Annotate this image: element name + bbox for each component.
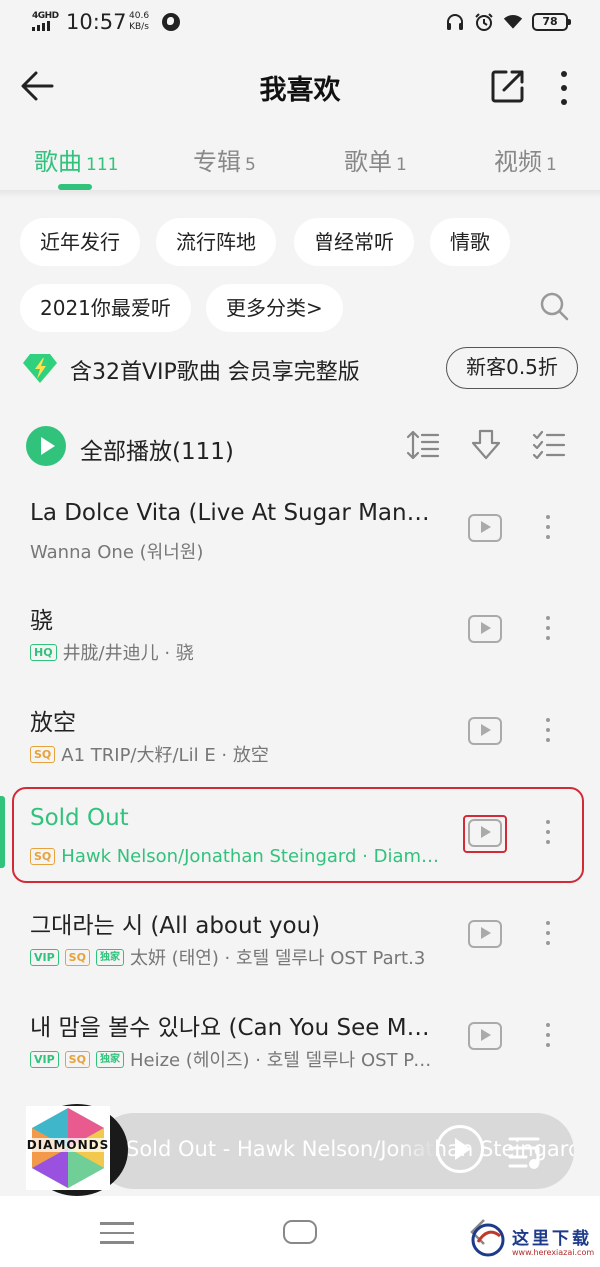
song-subtitle: HQ 井胧/井迪儿 · 骁 [30,640,440,664]
song-row[interactable]: 그대라는 시 (All about you) VIP SQ 独家 太妍 (태연)… [0,890,600,990]
song-more-icon[interactable] [540,918,556,952]
filter-chip-love[interactable]: 情歌 [430,218,510,266]
tab-videos[interactable]: 视频 1 [494,142,557,177]
playlist-icon[interactable] [508,1134,548,1170]
search-icon[interactable] [538,290,570,322]
network-type: 4GHD [32,11,59,21]
highlight-annotation-mv [463,815,507,853]
tab-label: 视频 [494,148,542,176]
song-subtitle: VIP SQ 独家 Heize (헤이즈) · 호텔 델루나 OST Part.… [30,1047,440,1071]
song-more-icon[interactable] [540,1020,556,1054]
mv-play-button[interactable] [468,514,502,542]
filter-chip-2021[interactable]: 2021你最爱听 [20,284,191,332]
network-speed: 40.6 KB/s [129,11,149,33]
now-playing-text: Sold Out - Hawk Nelson/Jonathan Steingar… [126,1137,574,1161]
watermark-text: 这里下载 [512,1229,592,1249]
alarm-icon [475,13,493,31]
tab-label: 歌曲 [34,148,82,176]
song-title: 내 맘을 볼수 있나요 (Can You See My Heart) [30,1015,440,1041]
sort-icon[interactable] [406,428,440,462]
more-vertical-icon[interactable] [550,68,578,108]
tab-label: 歌单 [344,148,392,176]
song-more-icon[interactable] [540,613,556,647]
mv-play-button[interactable] [468,717,502,745]
mv-play-button[interactable] [468,920,502,948]
song-subtitle: SQ A1 TRIP/大籽/Lil E · 放空 [30,742,440,766]
watermark-logo-icon [471,1223,505,1257]
filter-chip-often[interactable]: 曾经常听 [294,218,414,266]
divider [0,190,600,198]
headphones-icon [447,14,463,30]
song-title: La Dolce Vita (Live At Sugar Mansion) [30,500,440,526]
tab-songs[interactable]: 歌曲 111 [34,142,118,177]
battery-indicator: 78 [532,13,571,31]
status-bar: 4GHD 10:57 40.6 KB/s 78 [0,0,600,48]
song-artist: A1 TRIP/大籽/Lil E · 放空 [61,745,269,766]
wifi-icon [503,15,523,29]
song-row[interactable]: 放空 SQ A1 TRIP/大籽/Lil E · 放空 [0,687,600,787]
play-all-label[interactable]: 全部播放(111) [80,432,234,466]
play-pause-button[interactable] [436,1125,484,1173]
tab-count: 1 [546,155,557,175]
song-title: 그대라는 시 (All about you) [30,913,321,939]
sq-badge: SQ [64,948,90,966]
vip-diamond-icon [23,354,57,383]
sq-badge: SQ [64,1050,90,1068]
tab-count: 5 [245,155,256,175]
song-more-icon[interactable] [540,715,556,749]
speed-unit: KB/s [129,22,149,32]
album-cover[interactable]: DIAMONDS [26,1106,110,1190]
play-all-icon[interactable] [26,426,66,466]
player-text-fade [396,1113,436,1189]
tab-count: 111 [86,155,119,175]
tab-label: 专辑 [193,148,241,176]
exclusive-badge: 独家 [95,948,124,966]
tab-albums[interactable]: 专辑 5 [193,142,256,177]
watermark-url: www.herexiazai.com [512,1248,595,1257]
vip-badge: VIP [30,1050,59,1068]
filter-chip-pop[interactable]: 流行阵地 [156,218,276,266]
exclusive-badge: 独家 [95,1050,124,1068]
mv-play-button[interactable] [468,615,502,643]
menu-icon[interactable] [100,1222,134,1246]
sq-badge: SQ [30,745,56,763]
song-more-icon[interactable] [540,512,556,546]
tab-bar: 歌曲 111 专辑 5 歌单 1 视频 1 [0,128,600,192]
share-icon[interactable] [490,68,526,104]
album-cover-title: DIAMONDS [26,1138,110,1152]
network-indicator: 4GHD [32,11,60,33]
song-title: 放空 [30,710,76,736]
multi-select-icon[interactable] [532,428,566,462]
filter-chip-recent[interactable]: 近年发行 [20,218,140,266]
vip-banner-text: 含32首VIP歌曲 会员享完整版 [70,360,360,385]
song-artist: 井胧/井迪儿 · 骁 [62,643,194,664]
vip-offer-button[interactable]: 新客0.5折 [446,347,578,389]
song-row[interactable]: 내 맘을 볼수 있나요 (Can You See My Heart) VIP S… [0,992,600,1092]
speed-value: 40.6 [129,11,150,21]
mv-play-button[interactable] [468,1022,502,1050]
vip-badge: VIP [30,948,59,966]
download-icon[interactable] [469,428,503,462]
song-subtitle: Wanna One (워너원) [30,539,440,563]
signal-icon [32,21,50,31]
top-bar: 我喜欢 [0,48,600,128]
watermark: 这里下载 www.herexiazai.com [470,1222,598,1264]
song-row[interactable]: 骁 HQ 井胧/井迪儿 · 骁 [0,585,600,685]
clock: 10:57 [66,10,127,34]
song-artist: Wanna One (워너원) [30,542,204,563]
song-title: 骁 [30,608,53,634]
song-subtitle: VIP SQ 独家 太妍 (태연) · 호텔 델루나 OST Part.3 [30,945,440,969]
song-artist: Heize (헤이즈) · 호텔 델루나 OST Part.5 [129,1050,440,1071]
tab-playlists[interactable]: 歌单 1 [344,142,407,177]
mini-player[interactable]: Sold Out - Hawk Nelson/Jonathan Steingar… [96,1113,574,1189]
song-row[interactable]: La Dolce Vita (Live At Sugar Mansion) Wa… [0,484,600,584]
globe-icon [162,13,180,31]
tab-count: 1 [396,155,407,175]
filter-chip-more[interactable]: 更多分类> [206,284,343,332]
home-icon[interactable] [283,1220,317,1244]
song-artist: 太妍 (태연) · 호텔 델루나 OST Part.3 [129,948,426,969]
hq-badge: HQ [30,643,57,661]
